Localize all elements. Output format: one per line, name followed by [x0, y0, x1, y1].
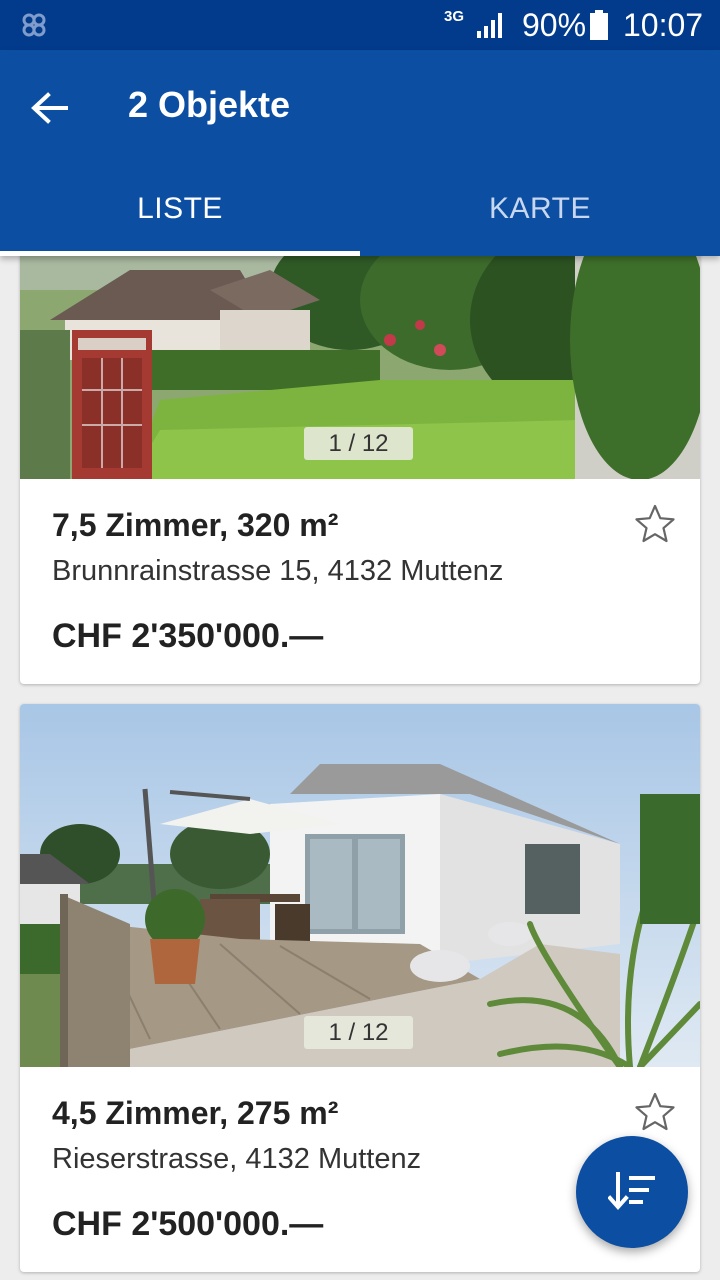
photo-counter: 1 / 12 [304, 427, 413, 460]
sort-button[interactable] [576, 1136, 688, 1248]
star-outline-icon[interactable] [634, 1091, 676, 1133]
listing-photo[interactable]: 1 / 12 [20, 230, 700, 479]
listing-rooms-area: 7,5 Zimmer, 320 m² [52, 507, 339, 543]
tab-label: LISTE [137, 192, 223, 225]
listing-price: CHF 2'500'000.— [52, 1205, 324, 1243]
battery-percentage: 90% [522, 7, 587, 43]
tab-karte[interactable]: KARTE [360, 178, 720, 256]
star-outline-icon[interactable] [634, 503, 676, 545]
battery-icon [590, 10, 608, 40]
network-type: 3G [444, 8, 465, 25]
listing-address: Rieserstrasse, 4132 Muttenz [52, 1143, 422, 1175]
terrace-photo [20, 704, 700, 1067]
tab-liste[interactable]: LISTE [0, 178, 360, 256]
tab-label: KARTE [489, 192, 591, 225]
status-bar: 3G 90% 10:07 [0, 0, 720, 50]
listing-card[interactable]: 1 / 12 7,5 Zimmer, 320 m² Brunnrainstras… [20, 230, 700, 684]
arrow-left-icon[interactable] [28, 88, 70, 128]
listing-price: CHF 2'350'000.— [52, 617, 324, 655]
app-bar: 2 Objekte LISTE KARTE [0, 50, 720, 256]
clock: 10:07 [623, 7, 704, 43]
listing-rooms-area: 4,5 Zimmer, 275 m² [52, 1095, 339, 1131]
page-title: 2 Objekte [128, 84, 291, 125]
listing-address: Brunnrainstrasse 15, 4132 Muttenz [52, 555, 504, 587]
listing-photo[interactable]: 1 / 12 [20, 704, 700, 1067]
app-notification-icon [22, 13, 46, 37]
sort-icon [608, 1172, 655, 1211]
photo-counter: 1 / 12 [304, 1016, 413, 1049]
signal-icon [477, 13, 502, 38]
tab-indicator [0, 251, 360, 256]
